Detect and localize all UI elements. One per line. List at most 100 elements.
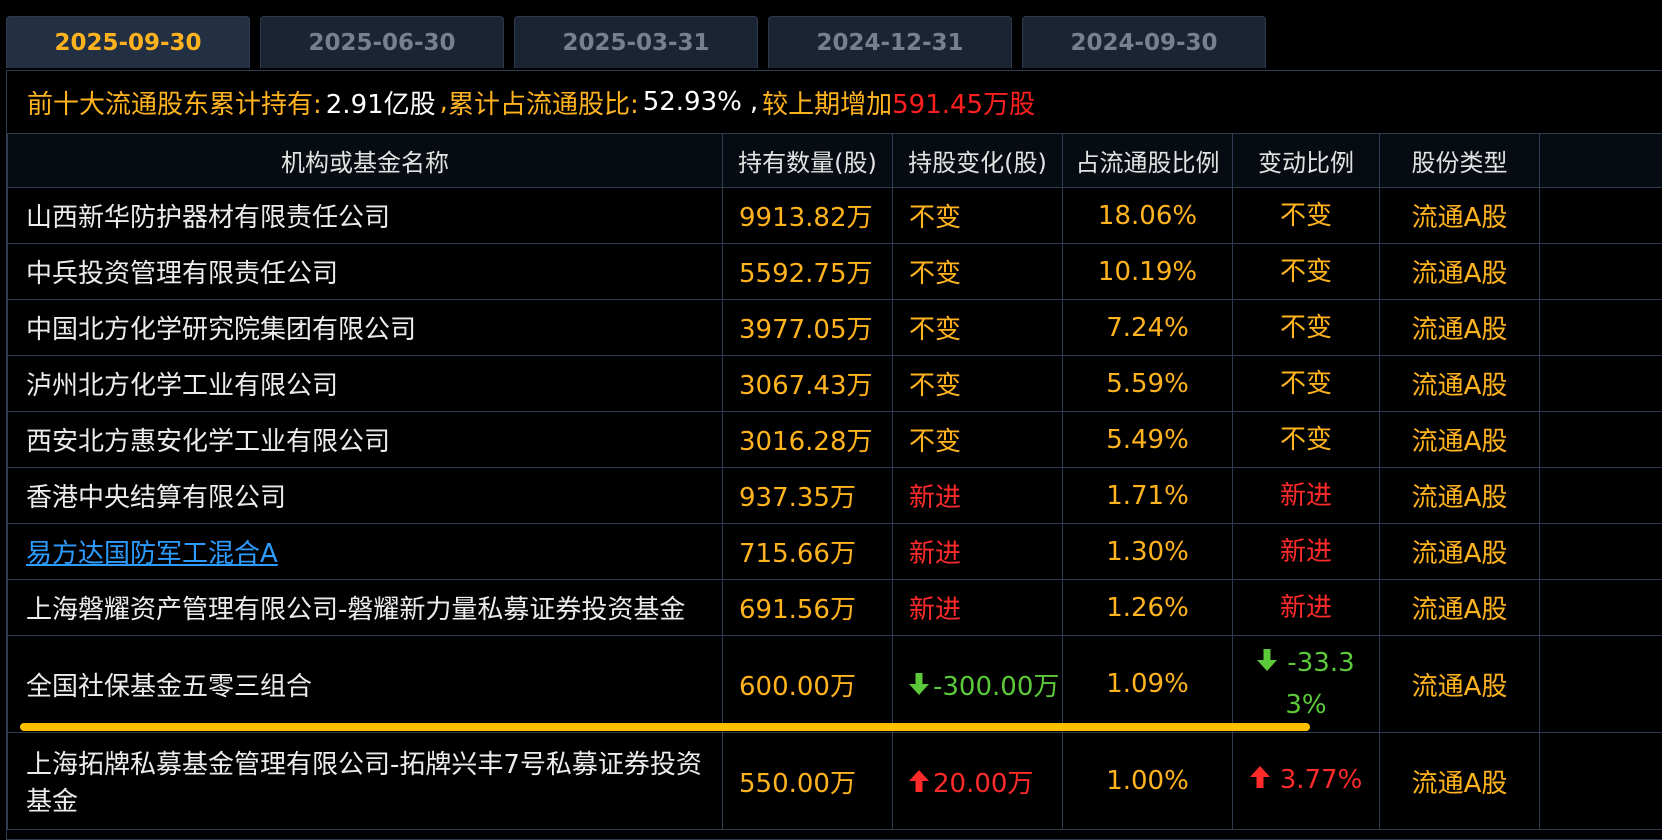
arrow-down-icon [909,672,929,701]
tab-report-date[interactable]: 2024-12-31 [768,16,1012,68]
cell-change-ratio: 新进 [1232,579,1380,636]
cell-holding-change: 新进 [892,579,1063,636]
float-ratio: 1.71% [1106,480,1189,511]
cell-share-type: 流通A股 [1379,243,1540,300]
table-row[interactable]: 中兵投资管理有限责任公司 5592.75万 不变 10.19% 不变 流通A股 [7,243,1662,300]
cell-share-type: 流通A股 [1379,187,1540,244]
summary-separator: , [749,87,759,117]
header-share-type[interactable]: 股份类型 [1379,133,1540,188]
holding-qty: 715.66万 [739,539,856,569]
cell-holder-name: 山西新华防护器材有限责任公司 [7,187,723,244]
cell-change-ratio: -33.33% [1232,635,1380,733]
cell-float-ratio: 1.09% [1062,635,1233,733]
cell-holding-qty: 3067.43万 [722,355,893,412]
holding-change: 不变 [909,203,962,233]
change-ratio: -33.33% [1285,648,1355,720]
cell-change-ratio: 不变 [1232,411,1380,468]
share-type: 流通A股 [1411,315,1508,345]
cell-holder-name: 中兵投资管理有限责任公司 [7,243,723,300]
arrow-up-icon [909,769,929,798]
holder-name: 香港中央结算有限公司 [26,483,287,513]
header-holder-name[interactable]: 机构或基金名称 [7,133,723,188]
tab-report-date[interactable]: 2025-03-31 [514,16,758,68]
cell-float-ratio: 5.49% [1062,411,1233,468]
table-row[interactable]: 中国北方化学研究院集团有限公司 3977.05万 不变 7.24% 不变 流通A股 [7,299,1662,356]
table-row[interactable]: 上海磐耀资产管理有限公司-磐耀新力量私募证券投资基金 691.56万 新进 1.26%… [7,579,1662,636]
share-type: 流通A股 [1411,427,1508,457]
arrow-up-icon [1249,762,1270,802]
table-row[interactable]: 易方达国防军工混合A 715.66万 新进 1.30% 新进 流通A股 [7,523,1662,580]
change-ratio: 不变 [1279,312,1332,343]
holder-name: 上海磐耀资产管理有限公司-磐耀新力量私募证券投资基金 [26,595,686,625]
cell-holding-qty: 715.66万 [722,523,893,580]
change-ratio: 新进 [1279,480,1332,511]
share-type: 流通A股 [1411,259,1508,289]
holding-qty: 550.00万 [739,768,856,799]
report-date-tabs: 2025-09-30 2025-06-30 2025-03-31 2024-12-31… [6,16,1276,68]
cell-holding-change: 不变 [892,243,1063,300]
cell-extra [1539,467,1662,524]
holder-name-link[interactable]: 易方达国防军工混合A [26,539,278,569]
holder-name: 中国北方化学研究院集团有限公司 [26,315,417,345]
holding-qty: 691.56万 [739,595,856,625]
header-float-ratio[interactable]: 占流通股比例 [1062,133,1233,188]
cell-share-type: 流通A股 [1379,732,1540,830]
cell-holding-qty: 9913.82万 [722,187,893,244]
cell-holder-name: 上海磐耀资产管理有限公司-磐耀新力量私募证券投资基金 [7,579,723,636]
cell-extra [1539,411,1662,468]
cell-holder-name: 中国北方化学研究院集团有限公司 [7,299,723,356]
holder-name: 山西新华防护器材有限责任公司 [26,203,391,233]
summary-change-value: 591.45万股 [892,89,1036,120]
cell-holding-change: 20.00万 [892,732,1063,830]
holder-name: 全国社保基金五零三组合 [26,671,313,702]
cell-extra [1539,579,1662,636]
cell-holding-qty: 5592.75万 [722,243,893,300]
cell-change-ratio: 新进 [1232,467,1380,524]
cell-float-ratio: 1.71% [1062,467,1233,524]
table-row[interactable]: 泸州北方化学工业有限公司 3067.43万 不变 5.59% 不变 流通A股 [7,355,1662,412]
tab-report-date[interactable]: 2024-09-30 [1022,16,1266,68]
tab-report-date[interactable]: 2025-06-30 [260,16,504,68]
change-ratio: 不变 [1279,200,1332,231]
header-change-ratio[interactable]: 变动比例 [1232,133,1380,188]
cell-float-ratio: 18.06% [1062,187,1233,244]
cell-extra [1539,523,1662,580]
holding-change: 新进 [909,483,962,513]
holding-change: 不变 [909,371,962,401]
cell-float-ratio: 7.24% [1062,299,1233,356]
cell-share-type: 流通A股 [1379,523,1540,580]
cell-float-ratio: 1.26% [1062,579,1233,636]
cell-holder-name: 泸州北方化学工业有限公司 [7,355,723,412]
cell-extra [1539,355,1662,412]
holding-change: 不变 [909,259,962,289]
holder-name: 上海拓牌私募基金管理有限公司-拓牌兴丰7号私募证券投资基金 [26,750,702,817]
table-header-row: 机构或基金名称 持有数量(股) 持股变化(股) 占流通股比例 变动比例 股份类型 [7,133,1662,188]
table-row[interactable]: 香港中央结算有限公司 937.35万 新进 1.71% 新进 流通A股 [7,467,1662,524]
table-row[interactable]: 上海拓牌私募基金管理有限公司-拓牌兴丰7号私募证券投资基金 550.00万 20.0… [7,732,1662,830]
header-holding-qty[interactable]: 持有数量(股) [722,133,893,188]
holding-qty: 5592.75万 [739,259,873,289]
cell-holding-qty: 550.00万 [722,732,893,830]
holding-qty: 937.35万 [739,483,856,513]
table-row[interactable]: 全国社保基金五零三组合 600.00万 -300.00万 1.09% -33.33% 流通… [7,635,1662,733]
share-type: 流通A股 [1411,768,1508,799]
table-row[interactable]: 西安北方惠安化学工业有限公司 3016.28万 不变 5.49% 不变 流通A股 [7,411,1662,468]
cell-holding-change: 新进 [892,523,1063,580]
arrow-down-icon [1257,645,1278,685]
share-type: 流通A股 [1411,371,1508,401]
summary-ratio-label: 累计占流通股比: [447,89,639,120]
share-type: 流通A股 [1411,539,1508,569]
change-ratio: 不变 [1279,256,1332,287]
holding-qty: 600.00万 [739,671,856,702]
change-ratio: 不变 [1279,424,1332,455]
cell-holding-qty: 691.56万 [722,579,893,636]
cell-holder-name: 全国社保基金五零三组合 [7,635,723,733]
header-holding-change[interactable]: 持股变化(股) [892,133,1063,188]
summary-prefix: 前十大流通股东累计持有: [27,89,322,120]
table-row[interactable]: 山西新华防护器材有限责任公司 9913.82万 不变 18.06% 不变 流通A股 [7,187,1662,244]
cell-change-ratio: 3.77% [1232,732,1380,830]
float-ratio: 18.06% [1097,200,1198,231]
tab-report-date[interactable]: 2025-09-30 [6,16,250,68]
holding-change: 不变 [909,427,962,457]
float-ratio: 1.30% [1106,536,1189,567]
